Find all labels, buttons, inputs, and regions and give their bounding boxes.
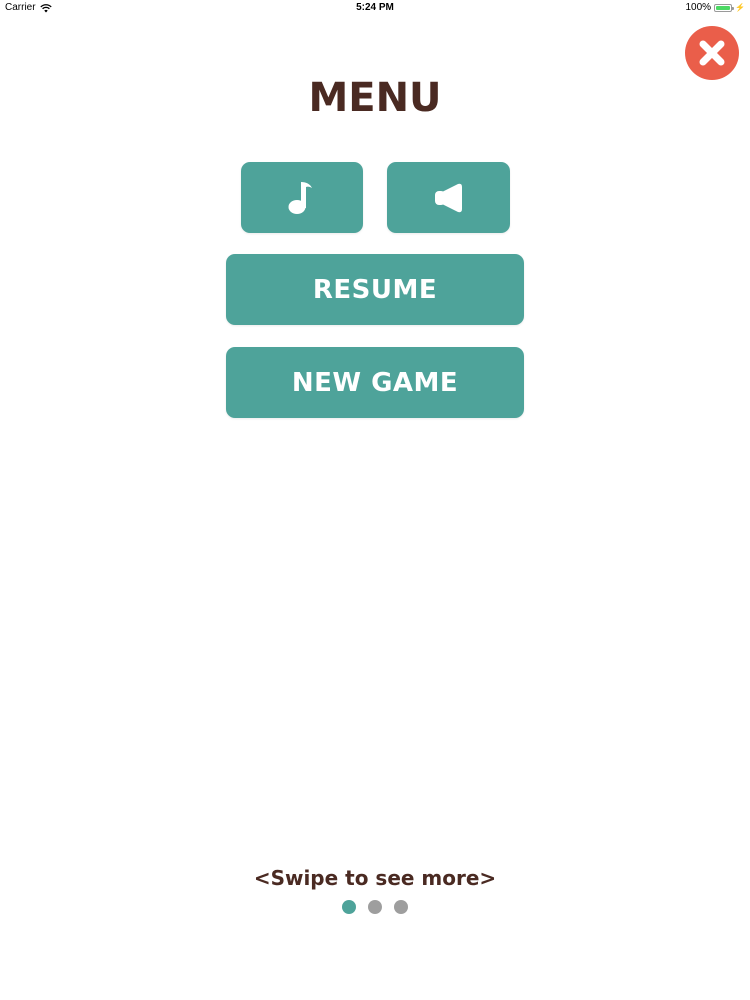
- speaker-icon: [434, 183, 462, 212]
- page-dot-3[interactable]: [394, 900, 408, 914]
- resume-label: RESUME: [312, 274, 438, 305]
- battery-percent: 100%: [685, 2, 712, 13]
- charging-bolt-icon: ⚡: [735, 2, 745, 12]
- battery-fill: [716, 5, 731, 10]
- page-dot-2[interactable]: [368, 900, 382, 914]
- battery-status: 100% ⚡: [685, 2, 745, 13]
- status-time: 5:24 PM: [356, 2, 394, 13]
- menu-title: MENU: [308, 75, 442, 121]
- music-note-icon: [288, 181, 312, 214]
- sound-toggle-button[interactable]: [387, 162, 510, 233]
- new-game-button[interactable]: NEW GAME: [226, 347, 524, 418]
- new-game-label: NEW GAME: [291, 367, 459, 398]
- resume-button[interactable]: RESUME: [226, 254, 524, 325]
- status-bar: Carrier 5:24 PM 100% ⚡: [0, 0, 750, 16]
- battery-icon: [714, 3, 735, 12]
- close-x-icon: [699, 40, 725, 66]
- page-indicator: [0, 900, 750, 914]
- close-button[interactable]: [685, 26, 739, 80]
- page-dot-1[interactable]: [342, 900, 356, 914]
- swipe-hint: <Swipe to see more>: [253, 866, 497, 890]
- music-toggle-button[interactable]: [241, 162, 363, 233]
